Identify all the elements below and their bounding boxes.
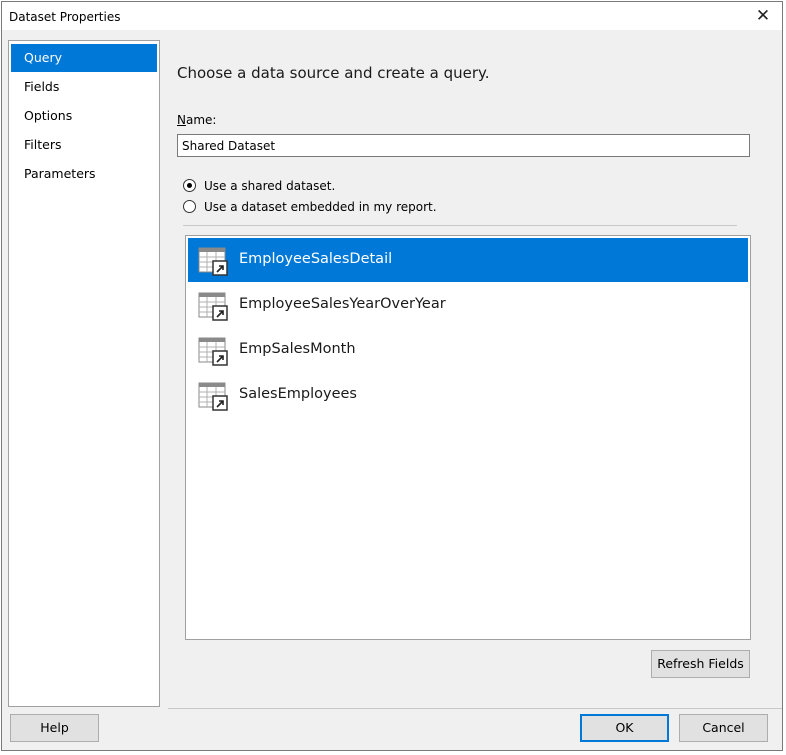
dataset-label: EmployeeSalesYearOverYear	[239, 296, 446, 312]
dataset-label: SalesEmployees	[239, 386, 357, 402]
ok-button[interactable]: OK	[580, 714, 669, 742]
close-button[interactable]: ✕	[752, 6, 774, 26]
shared-dataset-icon	[198, 247, 228, 276]
footer-divider	[168, 708, 782, 709]
window-title: Dataset Properties	[9, 10, 121, 24]
dataset-list[interactable]: EmployeeSalesDetail EmployeeSalesYearOve…	[185, 235, 751, 640]
main-panel: Choose a data source and create a query.…	[168, 40, 782, 710]
radio-button-unchecked[interactable]	[183, 200, 196, 213]
radio-label: Use a shared dataset.	[204, 179, 336, 193]
title-bar: Dataset Properties ✕	[2, 2, 782, 30]
sidebar-item-query[interactable]: Query	[11, 44, 157, 72]
sidebar: Query Fields Options Filters Parameters	[8, 40, 160, 707]
dataset-item-empsalesmonth[interactable]: EmpSalesMonth	[188, 328, 748, 372]
shared-dataset-icon	[198, 382, 228, 411]
dataset-label: EmpSalesMonth	[239, 341, 356, 357]
radio-label: Use a dataset embedded in my report.	[204, 200, 437, 214]
dataset-item-employeesalesyearoveryear[interactable]: EmployeeSalesYearOverYear	[188, 283, 748, 327]
dataset-item-salesemployees[interactable]: SalesEmployees	[188, 373, 748, 417]
dataset-item-employeesalesdetail[interactable]: EmployeeSalesDetail	[188, 238, 748, 282]
name-label-text: ame:	[185, 113, 217, 127]
name-label: Name:	[177, 113, 216, 127]
dialog-window: Dataset Properties ✕ Query Fields Option…	[1, 1, 783, 751]
name-field[interactable]	[177, 134, 750, 157]
name-label-accelerator: N	[177, 113, 186, 127]
refresh-fields-button[interactable]: Refresh Fields	[651, 650, 750, 678]
divider	[183, 225, 737, 226]
sidebar-item-parameters[interactable]: Parameters	[11, 160, 157, 188]
shared-dataset-icon	[198, 292, 228, 321]
sidebar-item-filters[interactable]: Filters	[11, 131, 157, 159]
cancel-button[interactable]: Cancel	[679, 714, 768, 742]
page-title: Choose a data source and create a query.	[177, 64, 490, 82]
sidebar-item-fields[interactable]: Fields	[11, 73, 157, 101]
shared-dataset-icon	[198, 337, 228, 366]
radio-button-checked[interactable]	[183, 179, 196, 192]
sidebar-item-options[interactable]: Options	[11, 102, 157, 130]
help-button[interactable]: Help	[10, 714, 99, 742]
dataset-label: EmployeeSalesDetail	[239, 251, 393, 267]
